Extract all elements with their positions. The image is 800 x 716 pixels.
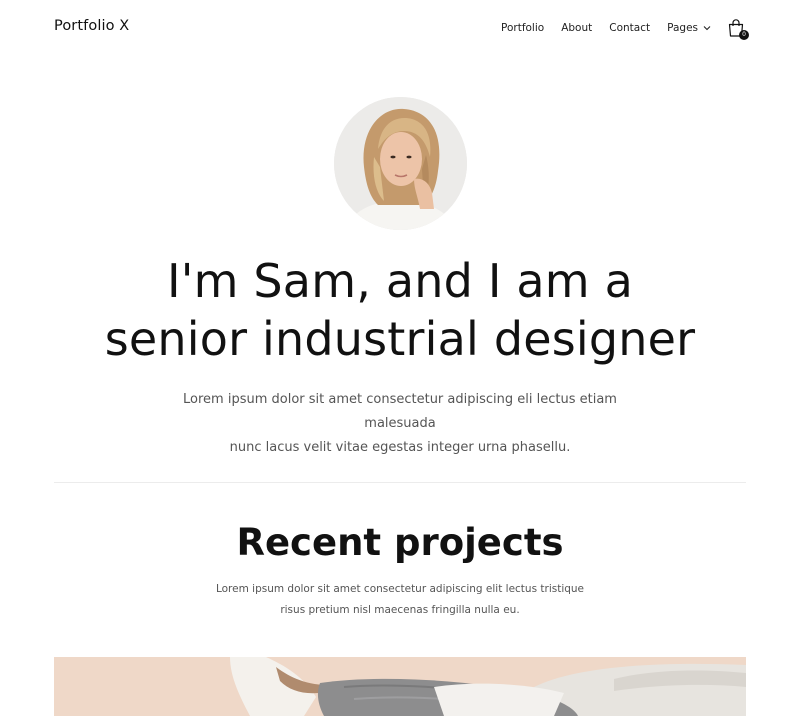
nav-item-pages[interactable]: Pages — [667, 22, 712, 34]
avatar-portrait-image — [334, 97, 467, 230]
hero-description-line-1: Lorem ipsum dolor sit amet consectetur a… — [183, 392, 617, 431]
project-photo — [54, 657, 746, 716]
hero-description: Lorem ipsum dolor sit amet consectetur a… — [150, 388, 650, 460]
chevron-down-icon — [703, 26, 711, 31]
nav-item-about[interactable]: About — [561, 22, 592, 34]
cart-button[interactable]: 0 — [726, 18, 749, 40]
recent-projects-description-line-2: risus pretium nisl maecenas fringilla nu… — [280, 604, 520, 616]
profile-avatar — [334, 97, 467, 230]
hero-title-line-2: senior industrial designer — [104, 312, 696, 366]
hero-title: I'm Sam, and I am a senior industrial de… — [60, 252, 740, 368]
top-navbar: Portfolio X Portfolio About Contact Page… — [0, 0, 800, 56]
cart-count-badge: 0 — [739, 30, 749, 40]
project-card-image[interactable] — [54, 657, 746, 716]
recent-projects-title: Recent projects — [236, 521, 564, 564]
recent-projects-description: Lorem ipsum dolor sit amet consectetur a… — [200, 579, 600, 621]
nav-item-contact[interactable]: Contact — [609, 22, 650, 34]
hero-description-line-2: nunc lacus velit vitae egestas integer u… — [229, 440, 571, 455]
recent-projects-description-line-1: Lorem ipsum dolor sit amet consectetur a… — [215, 583, 585, 595]
section-divider — [54, 482, 746, 483]
site-logo[interactable]: Portfolio X — [54, 18, 129, 34]
nav-item-portfolio[interactable]: Portfolio — [501, 22, 544, 34]
nav-menu: Portfolio About Contact Pages 0 — [484, 18, 749, 40]
hero-title-line-1: I'm Sam, and I am a — [166, 254, 634, 308]
nav-item-pages-label: Pages — [667, 22, 698, 34]
